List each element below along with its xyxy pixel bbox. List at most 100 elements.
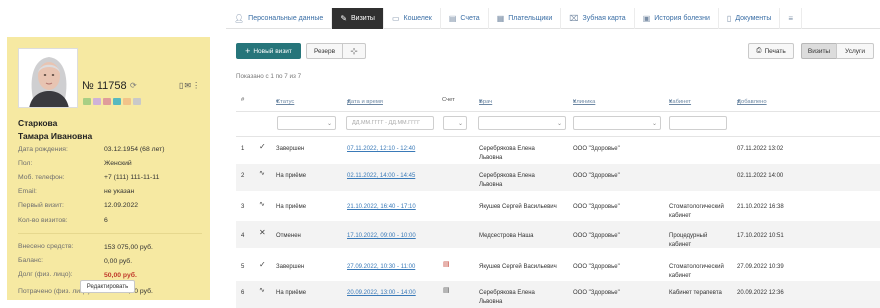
refresh-icon[interactable]: ⟳ — [130, 81, 137, 90]
invoice-grey-icon[interactable]: ▤ — [443, 287, 450, 295]
tab-label: Счета — [460, 15, 480, 22]
invoice-red-icon[interactable]: ▤ — [443, 261, 450, 269]
row-number: 5 — [241, 264, 245, 270]
visit-datetime-link[interactable]: 02.11.2022, 14:00 - 14:45 — [347, 172, 415, 180]
tab-medical-history[interactable]: ▣ История болезни — [635, 8, 719, 29]
row-number: 4 — [241, 233, 245, 239]
date-range-filter-input[interactable]: ДД.ММ.ГГГГ - ДД.ММ.ГГГГ — [346, 116, 434, 130]
info-row: Email: не указан — [18, 185, 208, 199]
table-row[interactable]: 2 ∿ На приёме 02.11.2022, 14:00 - 14:45 … — [236, 164, 880, 191]
color-tag[interactable] — [83, 98, 91, 105]
tab-label: Плательщики — [508, 15, 553, 22]
row-added: 21.10.2022 16:38 — [737, 204, 784, 210]
info-label: Email: — [18, 188, 37, 196]
row-doctor: Медсестрова Наша — [479, 233, 534, 239]
reserve-button[interactable]: Резерв — [306, 43, 343, 59]
info-value: не указан — [104, 188, 135, 196]
row-doctor: Серебрякова Елена — [479, 290, 535, 296]
view-services-toggle[interactable]: Услуги — [836, 43, 874, 59]
tab-dental-chart[interactable]: ⌧ Зубная карта — [561, 8, 635, 29]
table-row[interactable]: 6 ∿ На приёме 20.09.2022, 13:00 - 14:00 … — [236, 281, 880, 308]
tab-wallet[interactable]: ▭ Кошелек — [384, 8, 441, 29]
info-row: Пол: Женский — [18, 156, 208, 170]
row-status: Завершен — [276, 264, 305, 270]
pulse-icon: ∿ — [259, 170, 265, 177]
patient-card-number: № 11758 — [82, 80, 127, 92]
row-added: 27.09.2022 10:39 — [737, 264, 784, 270]
tab-label: Персональные данные — [248, 15, 324, 22]
table-row[interactable]: 5 ✓ Завершен 27.09.2022, 10:30 - 11:00 ▤… — [236, 251, 880, 280]
patient-tabs: 👤︎ Персональные данные ✎ Визиты ▭ Кошелек ▤… — [226, 8, 880, 29]
new-visit-label: Новый визит — [253, 47, 292, 55]
visit-datetime-link[interactable]: 20.09.2022, 13:00 - 14:00 — [347, 289, 416, 297]
tab-visits[interactable]: ✎ Визиты — [332, 8, 384, 29]
row-number: 3 — [241, 204, 245, 210]
color-tag[interactable] — [133, 98, 141, 105]
sort-icon: ▾ — [479, 99, 482, 105]
table-row[interactable]: 3 ∿ На приёме 21.10.2022, 16:40 - 17:10 … — [236, 191, 880, 219]
pulse-icon: ∿ — [259, 201, 265, 208]
info-label: Кол-во визитов: — [18, 216, 68, 224]
tab-payers[interactable]: ▦ Плательщики — [489, 8, 562, 29]
tab-label: Документы — [735, 15, 772, 22]
info-row: Первый визит: 12.09.2022 — [18, 199, 208, 213]
visits-icon: ✎ — [340, 14, 348, 23]
status-filter-select[interactable]: ⌄ — [277, 116, 336, 130]
finance-label: Внесено средств: — [18, 243, 74, 251]
visit-datetime-link[interactable]: 27.09.2022, 10:30 - 11:00 — [347, 263, 415, 271]
tab-invoices[interactable]: ▤ Счета — [441, 8, 489, 29]
col-office-label: Кабинет — [669, 99, 692, 105]
sort-icon: ▾ — [737, 99, 740, 105]
mail-icon[interactable]: ✉ — [184, 81, 192, 90]
plus-icon: + — [245, 46, 251, 56]
col-clinic-label: Клиника — [573, 99, 596, 105]
chevron-down-icon: ⌄ — [457, 121, 463, 127]
row-office-line2: кабинет — [669, 273, 692, 279]
table-row[interactable]: 1 ✓ Завершен 07.11.2022, 12:10 - 12:40 С… — [236, 137, 880, 164]
color-tag[interactable] — [103, 98, 111, 105]
finance-label: Долг (физ. лицо): — [18, 271, 73, 279]
view-visits-toggle[interactable]: Визиты — [801, 43, 837, 59]
chevron-down-icon: ⌄ — [326, 121, 332, 127]
table-header: # Статус ▾ Дата и время ▾ Счет Врач ▾ Кл… — [236, 95, 880, 107]
new-visit-button[interactable]: + Новый визит — [236, 43, 301, 59]
reserve-split-button[interactable]: ⊹ — [342, 43, 366, 59]
more-icon[interactable]: ⋮ — [192, 81, 201, 90]
info-label: Моб. телефон: — [18, 173, 65, 181]
tab-personal-data[interactable]: 👤︎ Персональные данные — [226, 8, 333, 29]
visit-datetime-link[interactable]: 21.10.2022, 16:40 - 17:10 — [347, 203, 416, 211]
office-filter-input[interactable] — [669, 116, 727, 130]
tab-documents[interactable]: ▯ Документы — [719, 8, 781, 29]
color-tag[interactable] — [93, 98, 101, 105]
table-row[interactable]: 4 ✕ Отменен 17.10.2022, 09:00 - 10:00 Ме… — [236, 221, 880, 248]
row-added: 17.10.2022 10:51 — [737, 233, 784, 239]
patient-info: Дата рождения: 03.12.1954 (68 лет) Пол: Же… — [18, 142, 208, 227]
history-icon: ▣ — [642, 14, 651, 23]
header-divider — [236, 111, 880, 112]
col-number: # — [241, 97, 245, 103]
row-doctor: Якушев Сергей Васильевич — [479, 264, 557, 270]
row-number: 6 — [241, 290, 245, 296]
printer-icon: ⎙ — [756, 47, 762, 54]
finance-value: 0,00 руб. — [104, 257, 133, 265]
row-status: Завершен — [276, 146, 305, 152]
color-tag[interactable] — [113, 98, 121, 105]
info-value: Женский — [104, 159, 132, 167]
col-datetime-label: Дата и время — [347, 99, 383, 105]
edit-patient-button[interactable]: Редактировать — [80, 280, 135, 293]
tab-label: Зубная карта — [582, 15, 626, 22]
color-tag[interactable] — [123, 98, 131, 105]
doctor-filter-select[interactable]: ⌄ — [478, 116, 566, 130]
tab-more[interactable]: ≡ — [780, 8, 803, 29]
row-office-line2: кабинет — [669, 213, 692, 219]
visit-datetime-link[interactable]: 17.10.2022, 09:00 - 10:00 — [347, 232, 416, 240]
print-button[interactable]: ⎙ Печать — [748, 43, 794, 59]
visit-datetime-link[interactable]: 07.11.2022, 12:10 - 12:40 — [347, 145, 415, 153]
clinic-filter-select[interactable]: ⌄ — [573, 116, 661, 130]
row-doctor: Якушев Сергей Васильевич — [479, 204, 557, 210]
bill-filter-select[interactable]: ⌄ — [443, 116, 467, 130]
tab-label: Кошелек — [403, 15, 432, 22]
row-number: 1 — [241, 146, 245, 152]
date-range-placeholder: ДД.ММ.ГГГГ - ДД.ММ.ГГГГ — [352, 120, 421, 126]
pulse-icon: ∿ — [259, 287, 265, 294]
